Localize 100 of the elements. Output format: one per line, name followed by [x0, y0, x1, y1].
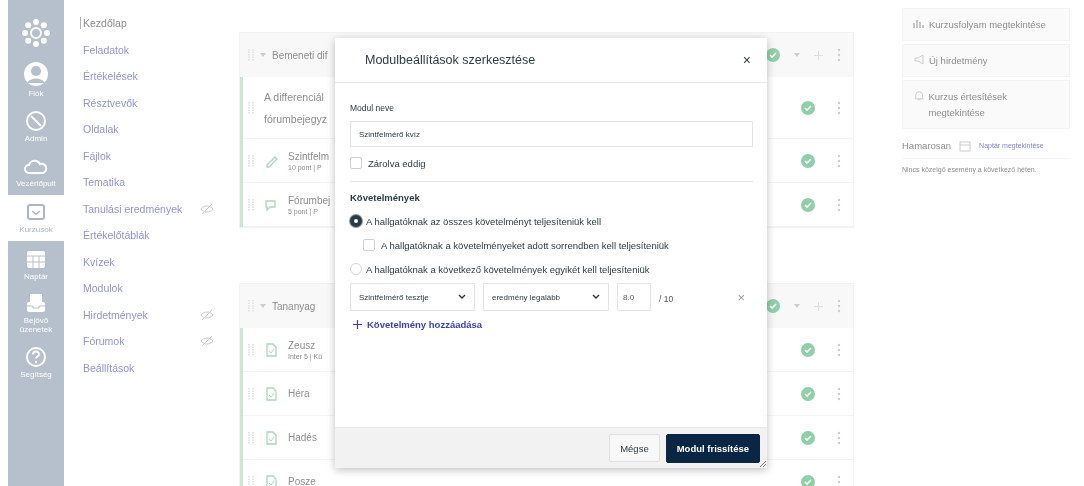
published-check-icon: [801, 153, 815, 168]
kebab-menu-icon: [837, 100, 841, 115]
course-nav-link[interactable]: Fórumok: [80, 335, 125, 348]
resize-grip-icon: [760, 461, 766, 467]
dropdown[interactable]: eredmény legalább: [483, 283, 609, 311]
module-name-field[interactable]: Szintfelmérő kvíz: [350, 121, 753, 147]
course-nav-link[interactable]: Értékelőtáblák: [80, 229, 150, 242]
avatar-icon: [23, 61, 49, 87]
score-max: / 10: [659, 294, 674, 304]
caret-icon: [260, 52, 266, 58]
drag-handle-icon: [248, 430, 254, 445]
drag-handle-icon: [248, 474, 254, 486]
caret-icon: [260, 303, 266, 309]
kebab-menu-icon: [837, 474, 841, 486]
kebab-menu-icon: [837, 430, 841, 445]
bell-icon: [913, 89, 925, 102]
published-check-icon: [801, 197, 815, 212]
discussion-icon: [264, 197, 278, 212]
global-nav-item[interactable]: Segítség: [8, 339, 64, 386]
section-heading: Követelmények: [350, 192, 421, 203]
radio-label: A hallgatóknak a következő követelmények egyikét kell teljesíteniük: [366, 263, 650, 275]
drag-handle-icon: [248, 197, 254, 212]
radio-button[interactable]: [350, 215, 362, 227]
remove-button[interactable]: ×: [737, 289, 745, 305]
radio-label: A hallgatóknak az összes követelményt teljesíteniük kell: [366, 215, 601, 227]
published-check-icon: [801, 430, 815, 445]
update-button[interactable]: Modul frissítése: [665, 433, 760, 463]
drag-handle-icon: [248, 342, 254, 357]
global-nav-item[interactable]: Kurzusok: [8, 195, 64, 242]
page-icon: [264, 342, 278, 357]
page-icon: [264, 430, 278, 445]
field-label: Modul neve: [350, 103, 395, 113]
published-check-icon: [801, 342, 815, 357]
logo-icon: [21, 18, 51, 48]
course-nav-link[interactable]: Oldalak: [80, 123, 119, 136]
module-title: Tananyag: [272, 300, 316, 312]
sidebar-button[interactable]: Kurzusfolyam megtekintése: [902, 8, 1070, 42]
help-icon: [25, 345, 47, 368]
megaphone-icon: [913, 53, 925, 66]
global-nav-item[interactable]: Bejövő üzenetek: [8, 287, 64, 340]
checkbox[interactable]: [363, 239, 375, 251]
kebab-menu-icon: [837, 386, 841, 401]
cancel-button[interactable]: Mégse: [609, 434, 660, 462]
sidebar-button[interactable]: Kurzus értesítések megtekintése: [902, 80, 1070, 129]
global-nav-item[interactable]: Vezérlőpult: [8, 149, 64, 196]
chevron-down-icon: [458, 294, 466, 300]
kebab-menu-icon: [837, 342, 841, 357]
global-nav-item[interactable]: Fiók: [8, 56, 64, 104]
chart-icon: [913, 17, 925, 29]
module-item-link[interactable]: Zeusz: [288, 339, 323, 351]
course-nav-link[interactable]: Feladatok: [80, 43, 130, 56]
course-nav-link[interactable]: Kezdőlap: [80, 17, 127, 30]
page-icon: [264, 386, 278, 401]
course-nav-link[interactable]: Beállítások: [80, 361, 135, 374]
module-item-link[interactable]: Hadés: [288, 432, 317, 443]
published-check-icon: [801, 100, 815, 115]
checkbox-label: A hallgatóknak a követelményeket adott sorrendben kell teljesíteniük: [381, 239, 669, 251]
course-nav-link[interactable]: Tematika: [80, 176, 125, 189]
module-item-link[interactable]: Fórumbej: [288, 194, 331, 206]
global-nav-item[interactable]: Naptár: [8, 241, 64, 288]
kebab-menu-icon: [837, 299, 841, 313]
course-nav-link[interactable]: Hirdetmények: [80, 308, 148, 321]
calendar-icon: [959, 139, 972, 152]
course-nav-link[interactable]: Résztvevők: [80, 96, 138, 109]
published-check-icon: [801, 386, 815, 401]
page-icon: [264, 474, 278, 486]
module-item-link[interactable]: Posze: [288, 476, 316, 486]
caret-icon: [794, 52, 800, 58]
dialog-title: Modulbeállítások szerkesztése: [365, 53, 536, 67]
plus-icon: [353, 320, 362, 329]
course-nav-link[interactable]: Modulok: [80, 282, 123, 295]
drag-handle-icon: [248, 100, 254, 115]
close-button[interactable]: ×: [740, 52, 753, 68]
module-item-link[interactable]: Szintfelm: [288, 150, 330, 162]
course-nav-link[interactable]: Tanulási eredmények: [80, 202, 183, 215]
course-nav-link[interactable]: Kvízek: [80, 255, 115, 268]
kebab-menu-icon: [837, 197, 841, 212]
module-heading: A differenciál fórumbejegyz: [264, 89, 329, 127]
checkbox[interactable]: [350, 157, 362, 169]
global-nav-item[interactable]: Admin: [8, 103, 64, 150]
add-requirement-link[interactable]: Követelmény hozzáadása: [353, 319, 483, 330]
published-check-icon: [801, 474, 815, 486]
chevron-down-icon: [592, 294, 600, 300]
sidebar-button[interactable]: Új hirdetmény: [902, 44, 1070, 78]
score-field[interactable]: 8.0: [617, 283, 651, 311]
drag-handle-icon: [248, 153, 254, 168]
dropdown[interactable]: Szintfelmérő tesztje: [350, 283, 475, 311]
checkbox-label: Zárolva eddig: [368, 157, 426, 169]
caret-icon: [794, 303, 800, 309]
kebab-menu-icon: [837, 48, 841, 62]
drag-handle-icon: [248, 386, 254, 401]
course-nav-link[interactable]: Értékelések: [80, 70, 138, 83]
add-icon: [814, 50, 823, 60]
kebab-menu-icon: [837, 153, 841, 168]
section-heading: Hamarosan: [902, 140, 952, 152]
inbox-icon: [25, 292, 47, 315]
module-item-link[interactable]: Héra: [288, 388, 310, 399]
module-title: Bemeneti dif: [272, 49, 328, 61]
add-icon: [814, 301, 823, 311]
course-nav-link[interactable]: Fájlok: [80, 149, 111, 162]
